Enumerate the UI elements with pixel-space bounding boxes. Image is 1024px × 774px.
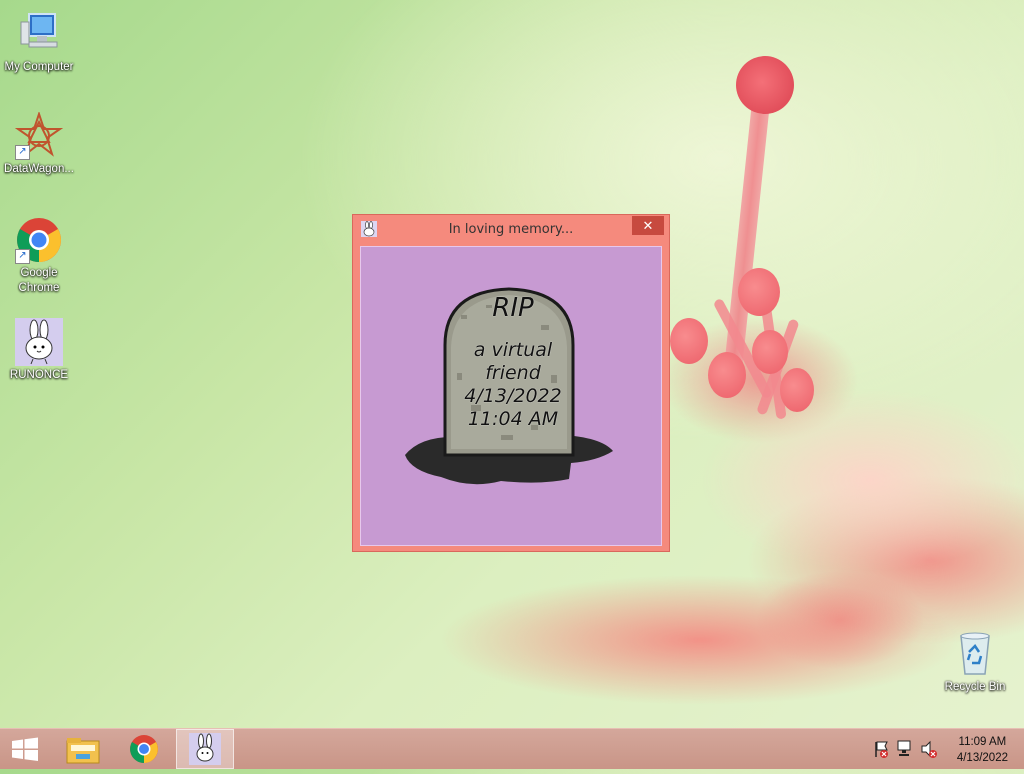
shortcut-arrow-icon: ↗ [15, 249, 30, 264]
tombstone-time: 11:04 AM [467, 408, 559, 430]
my-computer-icon [15, 10, 63, 58]
desktop-icon-label: Google Chrome [18, 267, 60, 294]
recycle-bin-icon [951, 630, 999, 678]
taskbar-chrome[interactable] [115, 729, 173, 769]
desktop-icon-label: My Computer [4, 61, 74, 73]
desktop-icon-label: DataWagon... [4, 163, 74, 175]
taskbar: 11:09 AM 4/13/2022 [0, 728, 1024, 769]
desktop-icon-datawagon[interactable]: ↗ DataWagon... [1, 110, 77, 177]
taskbar-clock[interactable]: 11:09 AM 4/13/2022 [957, 734, 1008, 766]
flower-anther-decor [780, 368, 814, 412]
volume-muted-icon[interactable] [920, 729, 938, 769]
file-explorer-icon [66, 738, 100, 764]
tombstone-line2: a virtual [473, 339, 553, 361]
tombstone-date: 4/13/2022 [464, 385, 562, 407]
desktop-icon-google-chrome[interactable]: ↗ Google Chrome [1, 216, 77, 296]
desktop-icon-recycle-bin[interactable]: Recycle Bin [937, 630, 1013, 695]
flower-anther-decor [670, 318, 708, 364]
tombstone-line3: friend [485, 362, 541, 384]
clock-date: 4/13/2022 [956, 752, 1008, 764]
flower-anther-decor [738, 268, 780, 316]
desktop-icon-label: RUNONCE [9, 369, 69, 381]
system-tray [872, 729, 942, 769]
desktop-icon-label: Recycle Bin [944, 681, 1006, 693]
desktop-icon-my-computer[interactable]: My Computer [1, 10, 77, 75]
clock-time: 11:09 AM [958, 736, 1007, 748]
chrome-icon: ↗ [15, 216, 63, 264]
bunny-icon [15, 318, 63, 366]
tombstone: RIP a virtual friend 4/13/2022 11:04 AM [401, 285, 617, 495]
network-icon[interactable] [896, 729, 914, 769]
flower-anther-decor [708, 352, 746, 398]
flower-anther-decor [752, 330, 788, 374]
close-button[interactable]: ✕ [632, 216, 664, 235]
tombstone-rip-text: RIP [492, 293, 534, 323]
desktop-icon-runonce[interactable]: RUNONCE [1, 318, 77, 383]
chrome-icon [130, 735, 158, 763]
window-title: In loving memory... [448, 222, 574, 237]
window-client-area: RIP a virtual friend 4/13/2022 11:04 AM [360, 246, 662, 546]
memorial-window[interactable]: In loving memory... ✕ RIP a virtual frie… [352, 214, 670, 552]
windows-start-icon [12, 737, 38, 761]
taskbar-file-explorer[interactable] [54, 729, 112, 769]
shortcut-arrow-icon: ↗ [15, 145, 30, 160]
start-button[interactable] [0, 729, 50, 769]
datawagon-icon: ↗ [14, 110, 64, 160]
bunny-app-icon [189, 733, 221, 765]
taskbar-runonce-app[interactable] [176, 729, 234, 769]
flower-stigma-decor [736, 56, 794, 114]
action-center-flag-icon[interactable] [872, 729, 890, 769]
window-titlebar[interactable]: In loving memory... ✕ [353, 215, 669, 245]
